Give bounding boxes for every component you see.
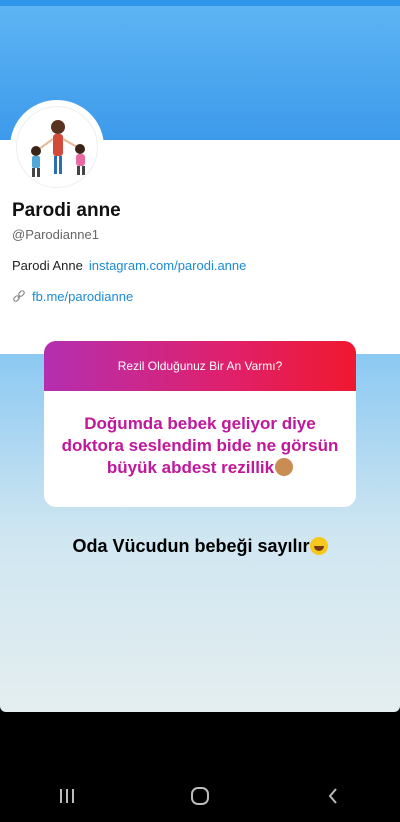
link-icon xyxy=(13,289,25,302)
answer-body: Doğumda bebek geliyor diye doktora sesle… xyxy=(44,391,356,479)
answer-text: Doğumda bebek geliyor diye doktora sesle… xyxy=(61,414,339,477)
story-caption: Oda Vücudun bebeği sayılır xyxy=(0,536,400,557)
story-progress-bar xyxy=(0,0,400,6)
home-button[interactable] xyxy=(180,781,220,811)
see-no-evil-monkey-icon xyxy=(275,458,294,476)
question-header: Rezil Olduğunuz Bir An Varmı? xyxy=(44,341,356,391)
recents-icon xyxy=(59,789,74,803)
profile-handle: @Parodianne1 xyxy=(12,227,99,242)
back-icon xyxy=(328,788,338,804)
question-text: Rezil Olduğunuz Bir An Varmı? xyxy=(117,359,283,373)
rolling-laughing-icon xyxy=(309,537,328,555)
story-canvas: Parodi anne @Parodianne1 Parodi Anne inst… xyxy=(0,0,400,712)
profile-name[interactable]: Parodi anne xyxy=(12,200,121,222)
question-sticker[interactable]: Rezil Olduğunuz Bir An Varmı? Doğumda be… xyxy=(44,341,356,507)
bio-name: Parodi Anne xyxy=(12,258,83,273)
avatar xyxy=(16,106,98,188)
recents-button[interactable] xyxy=(47,781,87,811)
avatar-ring xyxy=(10,100,104,194)
avatar-illustration xyxy=(31,120,85,177)
profile-bio: Parodi Anne instagram.com/parodi.anne xyxy=(12,258,246,273)
system-nav-bar xyxy=(0,770,400,822)
caption-text: Oda Vücudun bebeği sayılır xyxy=(72,536,310,556)
back-button[interactable] xyxy=(313,781,353,811)
bio-instagram-link[interactable]: instagram.com/parodi.anne xyxy=(89,258,247,273)
home-icon xyxy=(190,787,209,805)
profile-website[interactable]: fb.me/parodianne xyxy=(12,289,133,304)
website-link-text[interactable]: fb.me/parodianne xyxy=(32,289,133,304)
